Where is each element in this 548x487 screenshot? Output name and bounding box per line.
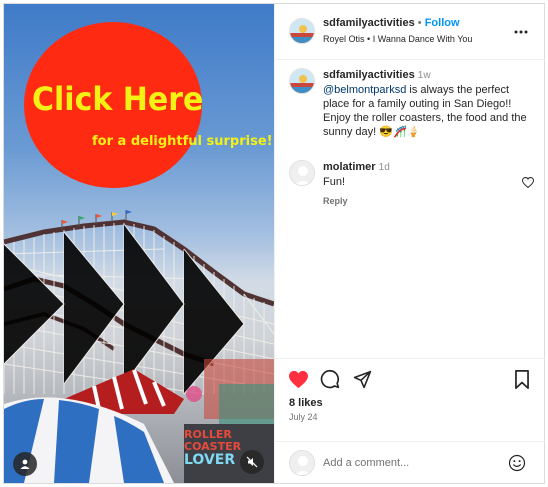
audio-separator: • <box>367 34 371 44</box>
share-button[interactable] <box>351 368 373 390</box>
caption-mention[interactable]: @belmontparksd <box>323 84 406 96</box>
separator-dot: • <box>417 17 422 29</box>
add-comment-bar <box>275 441 545 483</box>
heart-icon <box>288 370 308 388</box>
mute-button[interactable] <box>240 450 264 474</box>
post-header: sdfamilyactivities • Follow Royel Otis •… <box>275 4 545 60</box>
author-avatar[interactable] <box>289 18 315 44</box>
action-bar <box>275 358 545 418</box>
post-media[interactable]: Click Here for a delightful surprise! RO… <box>4 4 274 483</box>
mute-icon <box>246 456 258 468</box>
follow-button[interactable]: Follow <box>425 17 460 29</box>
badge-subtitle: for a delightful surprise! <box>92 134 273 149</box>
post-caption: sdfamilyactivities 1w @belmontparksd is … <box>323 68 533 139</box>
comment-like-button[interactable] <box>521 176 535 188</box>
badge-title: Click Here <box>32 80 204 119</box>
like-button[interactable] <box>287 368 309 390</box>
author-username[interactable]: sdfamilyactivities <box>323 17 415 29</box>
comment-button[interactable] <box>319 368 341 390</box>
post-date[interactable]: July 24 <box>289 412 318 422</box>
post-dialog: Click Here for a delightful surprise! RO… <box>3 3 545 484</box>
more-options-button[interactable] <box>511 24 531 40</box>
user-tag-button[interactable] <box>13 452 37 476</box>
bookmark-icon <box>515 369 529 389</box>
current-user-avatar <box>289 450 315 476</box>
likes-count[interactable]: 8 likes <box>289 397 323 409</box>
share-icon <box>353 370 371 388</box>
audio-info[interactable]: Royel Otis • I Wanna Dance With You <box>323 34 472 44</box>
more-icon <box>514 30 528 34</box>
audio-artist: Royel Otis <box>323 34 365 44</box>
header-title-row: sdfamilyactivities • Follow <box>323 17 460 29</box>
small-heart-icon <box>522 176 534 188</box>
emoji-button[interactable] <box>507 453 527 473</box>
comment-icon <box>320 370 340 389</box>
save-button[interactable] <box>511 368 533 390</box>
user-tag-icon <box>20 459 30 469</box>
neon-line-3: LOVER <box>184 452 236 468</box>
comment-time: 1d <box>378 162 390 173</box>
caption-author-avatar[interactable] <box>289 68 315 94</box>
roller-coaster-lover-sign: ROLLER COASTER LOVER <box>184 429 241 468</box>
commenter-avatar[interactable] <box>289 160 315 186</box>
audio-track: I Wanna Dance With You <box>372 34 473 44</box>
caption-avatar-image <box>290 69 314 93</box>
comment-text: Fun! <box>323 176 346 188</box>
post-details-panel: sdfamilyactivities • Follow Royel Otis •… <box>274 4 545 483</box>
caption-username[interactable]: sdfamilyactivities <box>323 69 415 81</box>
comment-item: molatimer 1d Fun! <box>323 160 513 189</box>
emoji-icon <box>508 454 526 472</box>
caption-time: 1w <box>417 70 431 81</box>
reply-button[interactable]: Reply <box>323 196 348 206</box>
default-avatar-icon <box>290 161 314 185</box>
add-comment-input[interactable] <box>323 454 503 472</box>
default-avatar-icon <box>290 451 314 475</box>
author-avatar-image <box>290 19 314 43</box>
comment-username[interactable]: molatimer <box>323 161 376 173</box>
